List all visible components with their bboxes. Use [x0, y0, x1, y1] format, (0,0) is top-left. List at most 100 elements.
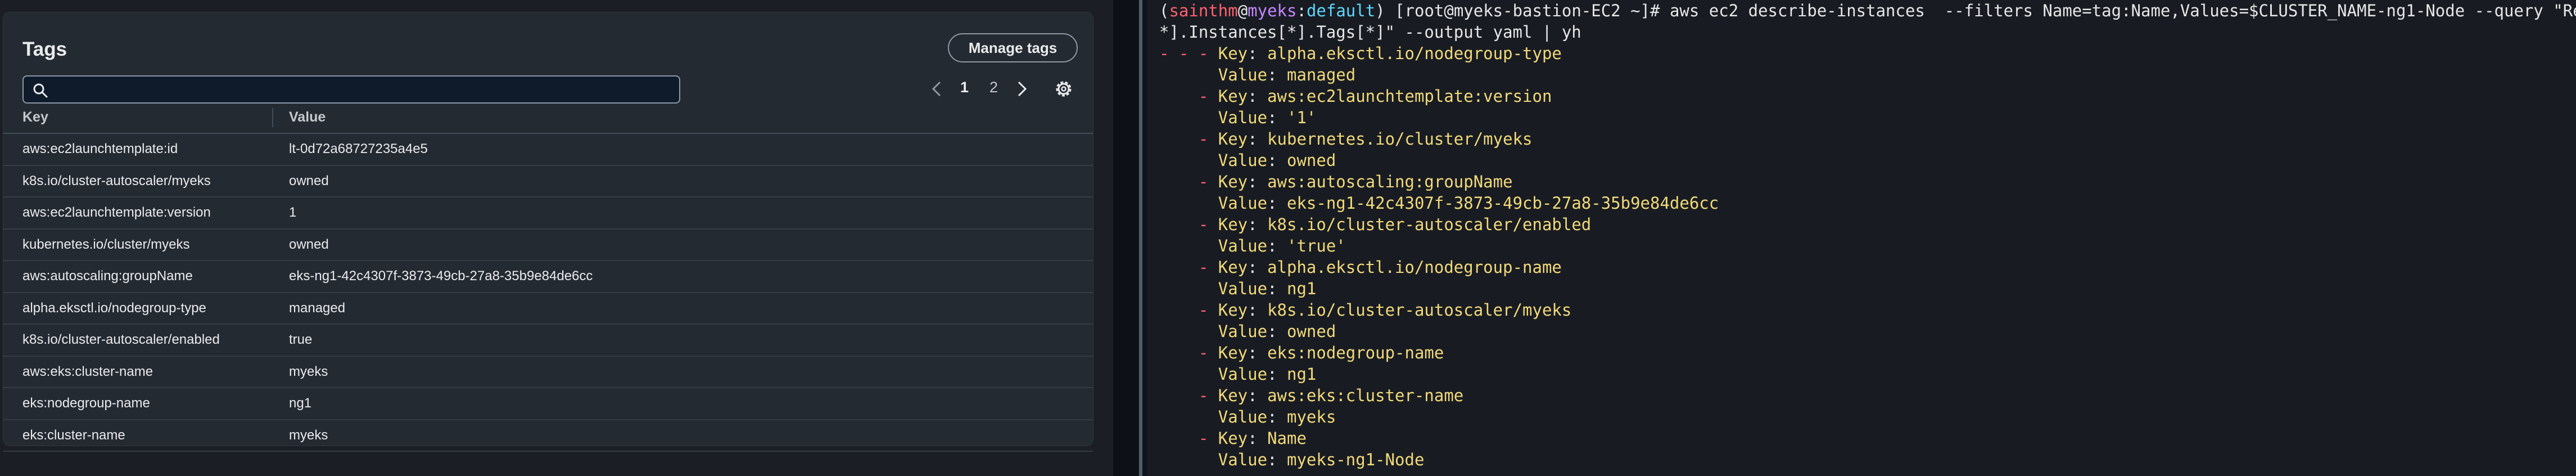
chevron-right-icon[interactable] [1014, 78, 1030, 100]
yaml-indent [1159, 108, 1218, 127]
yaml-list-dash: - [1159, 87, 1218, 106]
table-row: aws:ec2launchtemplate:version 1 [3, 197, 1093, 230]
yaml-field-label: Value [1218, 322, 1268, 341]
page-2-link[interactable]: 2 [989, 79, 998, 96]
tag-key: alpha.eksctl.io/nodegroup-type [22, 300, 206, 316]
yaml-line: - - - Key: alpha.eksctl.io/nodegroup-typ… [1159, 43, 1562, 64]
yaml-field-value: kubernetes.io/cluster/myeks [1267, 129, 1533, 149]
terminal-prompt-line: (sainthm@myeks:default) [root@myeks-bast… [1159, 0, 2576, 21]
table-row: eks:cluster-name myeks [3, 420, 1093, 452]
yaml-field-label: Value [1218, 279, 1268, 298]
page-1-link[interactable]: 1 [960, 79, 969, 96]
tag-key: k8s.io/cluster-autoscaler/enabled [22, 332, 220, 347]
yaml-field-value: owned [1287, 151, 1336, 170]
yaml-field-value: aws:ec2launchtemplate:version [1267, 87, 1552, 106]
yaml-colon: : [1267, 108, 1287, 127]
yaml-indent [1159, 322, 1218, 341]
panel-title: Tags [22, 38, 67, 60]
prompt-user: sainthm [1169, 1, 1238, 20]
column-header-value[interactable]: Value [289, 109, 326, 125]
yaml-field-value: aws:eks:cluster-name [1267, 386, 1464, 405]
yaml-field-value: myeks [1287, 407, 1336, 426]
yaml-line: - Key: k8s.io/cluster-autoscaler/enabled [1159, 214, 1591, 235]
yaml-field-value: eks-ng1-42c4307f-3873-49cb-27a8-35b9e84d… [1287, 194, 1719, 213]
search-box[interactable] [22, 75, 680, 104]
yaml-line: - Key: aws:autoscaling:groupName [1159, 171, 1513, 192]
column-header-key[interactable]: Key [22, 109, 48, 125]
tag-value: true [289, 332, 313, 347]
search-icon [33, 83, 48, 98]
yaml-colon: : [1248, 215, 1268, 234]
yaml-indent [1159, 151, 1218, 170]
yaml-indent [1159, 450, 1218, 469]
gear-icon[interactable] [1052, 78, 1075, 100]
terminal-pane[interactable]: (sainthm@myeks:default) [root@myeks-bast… [1147, 0, 2576, 476]
yaml-field-label: Value [1218, 194, 1268, 213]
yaml-list-dash: - [1159, 429, 1218, 448]
yaml-line: - Key: aws:ec2launchtemplate:version [1159, 86, 1552, 107]
yaml-line: Value: managed [1159, 64, 1355, 86]
yaml-colon: : [1248, 429, 1268, 448]
yaml-list-dash: - - - [1159, 44, 1218, 63]
yaml-list-dash: - [1159, 215, 1218, 234]
yaml-line: Value: myeks [1159, 406, 1336, 428]
tag-key: eks:cluster-name [22, 427, 125, 443]
table-row: aws:eks:cluster-name myeks [3, 357, 1093, 388]
yaml-field-label: Key [1218, 300, 1248, 320]
yaml-field-label: Value [1218, 407, 1268, 426]
tag-value: myeks [289, 427, 328, 443]
yaml-colon: : [1267, 151, 1287, 170]
yaml-field-value: ng1 [1287, 365, 1317, 384]
table-row: eks:nodegroup-name ng1 [3, 388, 1093, 420]
yaml-indent [1159, 407, 1218, 426]
tags-table-body: aws:ec2launchtemplate:id lt-0d72a68727235… [3, 134, 1093, 452]
manage-tags-button[interactable]: Manage tags [948, 33, 1078, 62]
table-row: kubernetes.io/cluster/myeks owned [3, 230, 1093, 261]
yaml-line: - Key: Name [1159, 428, 1307, 449]
yaml-field-value: eks:nodegroup-name [1267, 343, 1444, 362]
yaml-line: Value: eks-ng1-42c4307f-3873-49cb-27a8-3… [1159, 192, 1719, 214]
yaml-list-dash: - [1159, 258, 1218, 277]
pane-gap [1113, 0, 1138, 476]
yaml-colon: : [1267, 194, 1287, 213]
tag-value: ng1 [289, 396, 312, 411]
yaml-field-label: Key [1218, 343, 1248, 362]
tag-key: eks:nodegroup-name [22, 396, 150, 411]
yaml-field-value: k8s.io/cluster-autoscaler/enabled [1267, 215, 1592, 234]
yaml-field-label: Key [1218, 44, 1248, 63]
yaml-colon: : [1248, 87, 1268, 106]
yaml-colon: : [1267, 407, 1287, 426]
yaml-indent [1159, 279, 1218, 298]
tag-value: managed [289, 300, 346, 316]
yaml-colon: : [1267, 322, 1287, 341]
yaml-field-value: 'true' [1287, 236, 1346, 255]
yaml-field-label: Value [1218, 108, 1268, 127]
pane-splitter[interactable] [1139, 0, 1142, 476]
yaml-field-label: Value [1218, 236, 1268, 255]
search-input[interactable] [56, 77, 677, 104]
yaml-line: Value: ng1 [1159, 278, 1317, 299]
yaml-colon: : [1248, 300, 1268, 320]
yaml-list-dash: - [1159, 386, 1218, 405]
yaml-field-value: alpha.eksctl.io/nodegroup-type [1267, 44, 1562, 63]
yaml-field-label: Key [1218, 386, 1248, 405]
tag-key: aws:ec2launchtemplate:id [22, 141, 178, 156]
yaml-list-dash: - [1159, 172, 1218, 191]
yaml-line: Value: 'true' [1159, 235, 1346, 257]
yaml-field-value: myeks-ng1-Node [1287, 450, 1425, 469]
tag-value: lt-0d72a68727235a4e5 [289, 141, 428, 156]
tag-value: 1 [289, 205, 297, 220]
column-divider[interactable] [272, 108, 273, 127]
yaml-line: Value: '1' [1159, 107, 1317, 128]
yaml-colon: : [1248, 386, 1268, 405]
table-row: k8s.io/cluster-autoscaler/enabled true [3, 325, 1093, 357]
yaml-colon: : [1248, 44, 1268, 63]
yaml-field-label: Key [1218, 215, 1248, 234]
yaml-field-label: Key [1218, 172, 1248, 191]
table-row: aws:autoscaling:groupName eks-ng1-42c4307… [3, 261, 1093, 293]
tag-key: aws:autoscaling:groupName [22, 268, 193, 284]
yaml-field-value: aws:autoscaling:groupName [1267, 172, 1513, 191]
yaml-field-value: k8s.io/cluster-autoscaler/myeks [1267, 300, 1572, 320]
chevron-left-icon[interactable] [929, 78, 944, 100]
tag-value: owned [289, 236, 329, 252]
